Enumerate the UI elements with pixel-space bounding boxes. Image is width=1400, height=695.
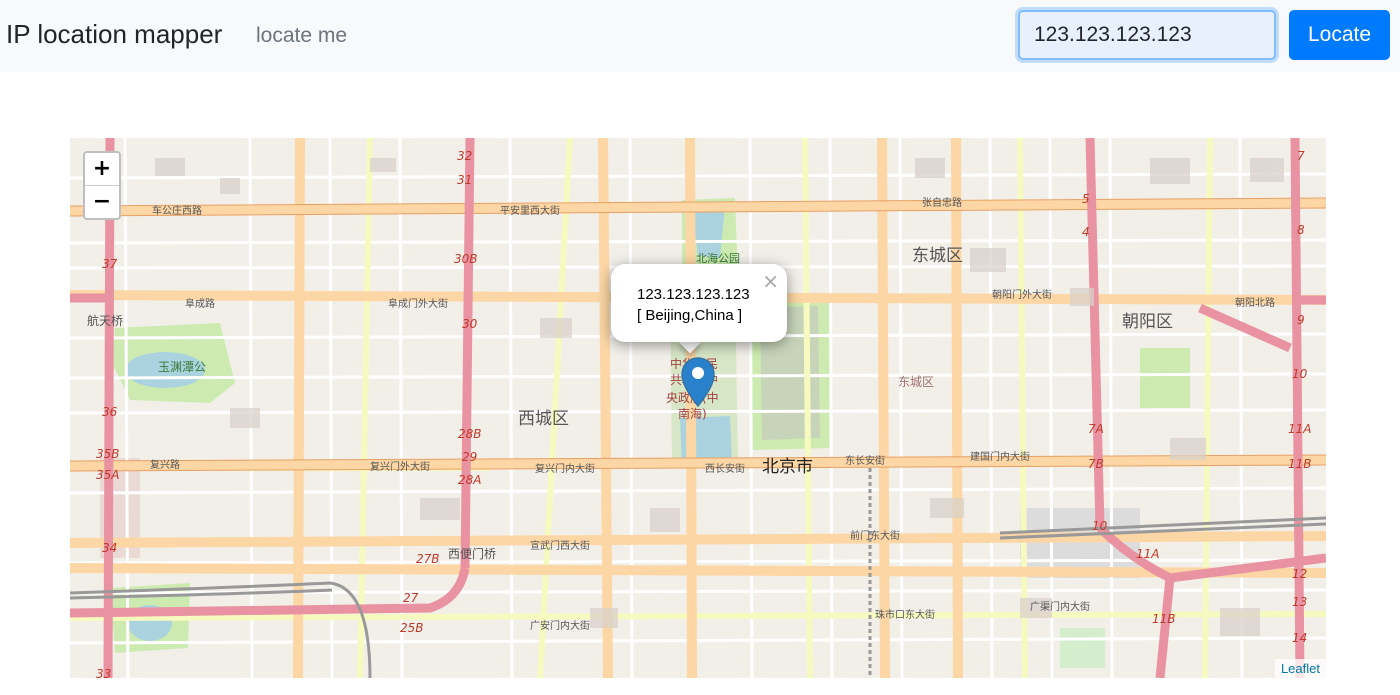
ring-label-30: 30	[462, 317, 478, 331]
label-xichangan: 西长安街	[705, 462, 745, 475]
park-east	[1140, 348, 1190, 408]
location-popup: × 123.123.123.123 [ Beijing,China ]	[611, 264, 787, 342]
popup-content: 123.123.123.123 [ Beijing,China ]	[637, 284, 750, 326]
ring-label-35a: 35A	[96, 468, 119, 482]
zoom-out-button[interactable]: −	[85, 186, 119, 218]
ring-label-7a: 7A	[1088, 422, 1104, 436]
popup-location: [ Beijing,China ]	[637, 307, 743, 324]
label-chaoyangmen: 朝阳门外大街	[992, 288, 1052, 301]
ring-label-28b: 28B	[458, 427, 482, 441]
label-yuyuantan: 玉渊潭公	[158, 360, 206, 374]
ring-label-36: 36	[102, 405, 118, 419]
label-fuxingmenwai: 复兴门外大街	[370, 460, 430, 473]
ring-label-10b: 10	[1092, 519, 1108, 533]
brand-title[interactable]: IP location mapper	[6, 19, 222, 50]
label-xicheng: 西城区	[518, 409, 569, 429]
label-guanganmen: 广安门内大街	[530, 619, 590, 632]
ring-label-27b: 27B	[416, 552, 440, 566]
ring-label-32: 32	[457, 149, 472, 163]
zoom-in-button[interactable]: +	[85, 153, 119, 186]
ring-label-27: 27	[403, 591, 419, 605]
ring-label-35b: 35B	[96, 447, 120, 461]
ring-label-11a-inner: 11A	[1136, 547, 1159, 561]
ring-label-7: 7	[1297, 149, 1305, 163]
ring-label-14: 14	[1292, 631, 1307, 645]
locate-button[interactable]: Locate	[1289, 10, 1390, 60]
zoom-control: + −	[83, 151, 121, 220]
navbar: IP location mapper locate me Locate	[0, 0, 1400, 72]
label-beijing: 北京市	[762, 457, 813, 477]
label-guangqumen: 广渠门内大街	[1030, 600, 1090, 613]
label-xuanwumen: 宣武门西大街	[530, 539, 590, 552]
attribution-link[interactable]: Leaflet	[1274, 659, 1326, 678]
ring-label-34: 34	[102, 541, 117, 555]
label-beihai: 北海公园	[696, 251, 740, 265]
label-dongchangan: 东长安街	[845, 454, 885, 467]
ring-label-33: 33	[96, 667, 111, 678]
ring-label-28a: 28A	[458, 473, 481, 487]
ring-label-10: 10	[1292, 367, 1308, 381]
ring-label-5: 5	[1082, 192, 1090, 206]
label-dongcheng-small: 东城区	[898, 375, 934, 389]
label-chegongzhuang: 车公庄西路	[152, 204, 202, 217]
ring-label-8: 8	[1297, 223, 1305, 237]
ring-label-25b: 25B	[400, 621, 424, 635]
ring-label-11b: 11B	[1288, 457, 1312, 471]
label-fuxingmennei: 复兴门内大街	[535, 462, 595, 475]
label-zhushikou: 珠市口东大街	[875, 608, 935, 621]
label-chaoyangbei: 朝阳北路	[1235, 296, 1275, 309]
ring-label-7b: 7B	[1088, 457, 1104, 471]
park-southeast	[1060, 628, 1105, 668]
ring-label-11b-inner: 11B	[1152, 612, 1176, 626]
label-zhongnanhai-4: 南海)	[678, 406, 707, 421]
label-dongcheng: 东城区	[912, 246, 963, 266]
ring-label-9: 9	[1297, 313, 1305, 327]
ring-label-13: 13	[1292, 595, 1307, 609]
label-fuxinglu: 复兴路	[150, 458, 180, 471]
label-qianmen: 前门东大街	[850, 529, 900, 542]
map-tiles[interactable]: 东城区 西城区 朝阳区 北京市 航天桥 玉渊潭公 北海公园 东城区 中华人民 共…	[70, 138, 1326, 678]
ip-address-input[interactable]	[1018, 10, 1276, 60]
label-hangtianqiao: 航天桥	[87, 313, 123, 328]
ring-label-11a: 11A	[1288, 422, 1311, 436]
label-xibianmen: 西便门桥	[448, 546, 496, 561]
ring-label-31: 31	[457, 173, 472, 187]
ring-label-29: 29	[462, 450, 477, 464]
ring-label-4: 4	[1082, 225, 1090, 239]
label-zhangzizhong: 张自忠路	[922, 196, 962, 209]
map-container[interactable]: 东城区 西城区 朝阳区 北京市 航天桥 玉渊潭公 北海公园 东城区 中华人民 共…	[70, 138, 1326, 678]
label-pinganli: 平安里西大街	[500, 204, 560, 217]
close-icon[interactable]: ×	[762, 269, 779, 293]
label-jianguomen: 建国门内大街	[970, 450, 1030, 463]
label-fuchengmenwai: 阜成门外大街	[388, 297, 448, 310]
map-pin-icon[interactable]	[680, 356, 716, 408]
label-fuchenglu: 阜成路	[185, 297, 215, 310]
label-chaoyang: 朝阳区	[1122, 312, 1173, 332]
ring-label-12: 12	[1292, 567, 1307, 581]
popup-ip: 123.123.123.123	[637, 286, 750, 303]
locate-me-link[interactable]: locate me	[256, 24, 347, 48]
ring-label-30b: 30B	[454, 252, 478, 266]
ring-label-37: 37	[102, 257, 118, 271]
